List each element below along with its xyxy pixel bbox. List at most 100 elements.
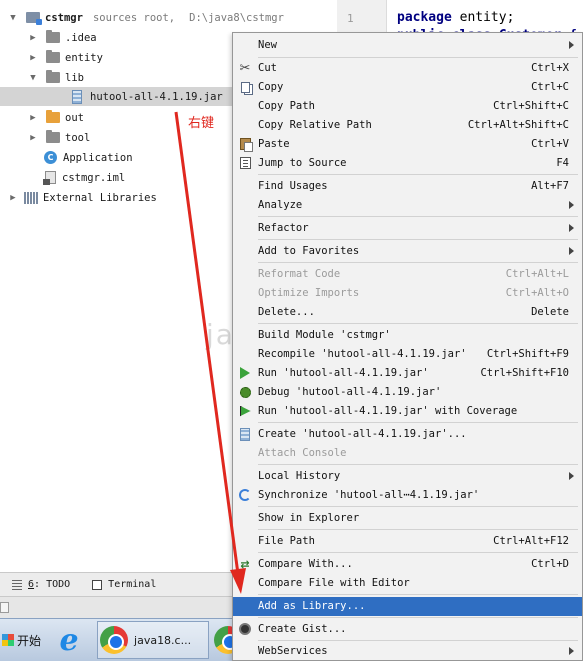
copy-icon [238, 80, 252, 94]
menu-item-label: Build Module 'cstmgr' [258, 329, 391, 341]
chevron-right-icon[interactable]: ▶ [28, 133, 38, 143]
menu-item-copy-path[interactable]: Copy Path Ctrl+Shift+C [233, 97, 582, 116]
menu-item-shortcut: Ctrl+Shift+F10 [480, 367, 569, 379]
menu-item-shortcut: Ctrl+X [531, 62, 569, 74]
menu-item-paste[interactable]: Paste Ctrl+V [233, 135, 582, 154]
chrome-window-title: java18.c... [134, 633, 192, 647]
tree-label-extra: sources root, [92, 11, 176, 24]
status-toggle-icon[interactable] [0, 602, 9, 613]
line-number: 1 [347, 12, 354, 25]
submenu-arrow-icon [569, 647, 574, 655]
menu-item-add-to-favorites[interactable]: Add to Favorites [233, 242, 582, 261]
tree-label: External Libraries [43, 191, 157, 204]
chevron-right-icon[interactable]: ▶ [28, 33, 38, 43]
tree-label: entity [65, 51, 103, 64]
todo-colon: : [34, 579, 47, 590]
menu-separator [258, 506, 578, 507]
start-label: 开始 [17, 633, 42, 648]
todo-tool-button[interactable]: 6: TODO [12, 579, 70, 590]
menu-item-find-usages[interactable]: Find Usages Alt+F7 [233, 177, 582, 196]
menu-item-label: Attach Console [258, 447, 347, 459]
chevron-down-icon[interactable]: ▼ [8, 13, 18, 23]
menu-item-label: Create 'hutool-all-4.1.19.jar'... [258, 428, 467, 440]
tree-label: cstmgr.iml [62, 171, 126, 184]
menu-item-label: Analyze [258, 199, 303, 211]
start-button[interactable]: 开始 [0, 619, 47, 661]
menu-item-copy-relative-path[interactable]: Copy Relative Path Ctrl+Alt+Shift+C [233, 116, 582, 135]
menu-item-shortcut: Ctrl+Shift+F9 [486, 348, 569, 360]
menu-item-optimize-imports[interactable]: Optimize Imports Ctrl+Alt+O [233, 284, 582, 303]
menu-item-jump-to-source[interactable]: Jump to Source F4 [233, 154, 582, 173]
menu-item-build-module[interactable]: Build Module 'cstmgr' [233, 326, 582, 345]
menu-item-label: Create Gist... [258, 623, 347, 635]
folder-icon [46, 70, 60, 83]
chevron-right-icon[interactable]: ▶ [8, 193, 18, 203]
menu-item-label: Run 'hutool-all-4.1.19.jar' with Coverag… [258, 405, 518, 417]
menu-item-cut[interactable]: ✂ Cut Ctrl+X [233, 59, 582, 78]
class-icon: C [44, 151, 57, 164]
menu-item-label: Recompile 'hutool-all-4.1.19.jar' [258, 348, 467, 360]
menu-separator [258, 174, 578, 175]
menu-item-label: Copy [258, 81, 284, 93]
terminal-tool-button[interactable]: Terminal [92, 579, 156, 590]
menu-item-create-gist[interactable]: Create Gist... [233, 620, 582, 639]
menu-item-synchronize[interactable]: Synchronize 'hutool-all⋯4.1.19.jar' [233, 486, 582, 505]
menu-item-add-as-library[interactable]: Add as Library... [233, 597, 582, 616]
menu-item-show-in-explorer[interactable]: Show in Explorer [233, 509, 582, 528]
tree-label: Application [63, 151, 133, 164]
chevron-right-icon[interactable]: ▶ [28, 53, 38, 63]
menu-item-local-history[interactable]: Local History [233, 467, 582, 486]
tree-node-cstmgr[interactable]: ▼ cstmgr sources root, D:\java8\cstmgr [0, 8, 340, 27]
jar-icon [72, 89, 82, 104]
tree-label: cstmgr [45, 11, 83, 24]
menu-item-analyze[interactable]: Analyze [233, 196, 582, 215]
menu-item-reformat-code[interactable]: Reformat Code Ctrl+Alt+L [233, 265, 582, 284]
menu-item-shortcut: Ctrl+D [531, 558, 569, 570]
menu-item-compare-with[interactable]: ⇄ Compare With... Ctrl+D [233, 555, 582, 574]
menu-item-run[interactable]: Run 'hutool-all-4.1.19.jar' Ctrl+Shift+F… [233, 364, 582, 383]
compare-icon: ⇄ [240, 557, 250, 571]
menu-item-label: Reformat Code [258, 268, 341, 280]
menu-item-run-with-coverage[interactable]: Run 'hutool-all-4.1.19.jar' with Coverag… [233, 402, 582, 421]
menu-item-shortcut: Ctrl+Alt+L [505, 268, 569, 280]
scissors-icon: ✂ [239, 60, 251, 76]
menu-separator [258, 216, 578, 217]
iml-file-icon [43, 171, 56, 185]
code-text: entity; [451, 10, 515, 25]
chevron-right-icon[interactable]: ▶ [28, 113, 38, 123]
menu-item-label: Local History [258, 470, 341, 482]
menu-item-label: Refactor [258, 222, 309, 234]
chrome-icon [100, 626, 129, 654]
menu-item-shortcut: Ctrl+Alt+F12 [493, 535, 569, 547]
code-keyword: package [397, 10, 452, 25]
menu-item-refactor[interactable]: Refactor [233, 219, 582, 238]
paste-icon [238, 137, 253, 152]
ie-taskbar-button[interactable]: e [47, 620, 91, 660]
menu-item-label: File Path [258, 535, 315, 547]
debug-icon [238, 385, 252, 399]
menu-separator [258, 617, 578, 618]
menu-item-file-path[interactable]: File Path Ctrl+Alt+F12 [233, 532, 582, 551]
menu-item-copy[interactable]: Copy Ctrl+C [233, 78, 582, 97]
menu-item-new[interactable]: New [233, 36, 582, 55]
menu-item-delete[interactable]: Delete... Delete [233, 303, 582, 322]
menu-item-debug[interactable]: Debug 'hutool-all-4.1.19.jar' [233, 383, 582, 402]
menu-item-compare-file-with-editor[interactable]: Compare File with Editor [233, 574, 582, 593]
menu-item-shortcut: Ctrl+C [531, 81, 569, 93]
menu-item-create-config[interactable]: Create 'hutool-all-4.1.19.jar'... [233, 425, 582, 444]
chrome-taskbar-window[interactable]: java18.c... [97, 621, 210, 659]
menu-item-label: Copy Path [258, 100, 315, 112]
terminal-icon [92, 579, 103, 590]
chevron-down-icon[interactable]: ▼ [28, 73, 38, 83]
jump-to-source-icon [238, 156, 252, 170]
status-bar [0, 596, 240, 618]
menu-separator [258, 57, 578, 58]
menu-item-recompile[interactable]: Recompile 'hutool-all-4.1.19.jar' Ctrl+S… [233, 345, 582, 364]
menu-item-label: New [258, 39, 277, 51]
github-icon [238, 622, 252, 636]
menu-item-attach-console[interactable]: Attach Console [233, 444, 582, 463]
menu-item-label: Find Usages [258, 180, 328, 192]
menu-separator [258, 464, 578, 465]
terminal-label: Terminal [108, 579, 157, 590]
menu-item-webservices[interactable]: WebServices [233, 642, 582, 661]
